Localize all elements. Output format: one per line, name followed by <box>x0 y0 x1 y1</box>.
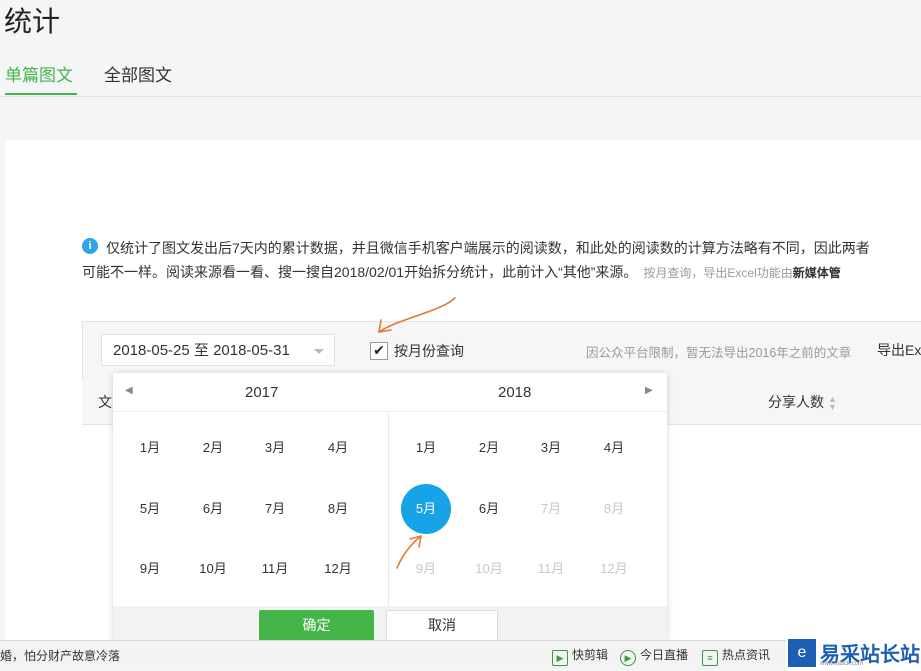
date-range-value: 2018-05-25 至 2018-05-31 <box>113 342 290 359</box>
chevron-down-icon <box>314 349 324 354</box>
date-range-select[interactable]: 2018-05-25 至 2018-05-31 <box>101 334 335 366</box>
news-icon: ≡ <box>702 650 718 666</box>
month-2018-1[interactable]: 1月 <box>401 423 451 473</box>
info-icon: i <box>82 238 98 254</box>
taskbar: 婚，怕分财产故意冷落 ▶ 快剪辑 ▶ 今日直播 ≡ 热点资讯 e 易采站长站 www.… <box>0 637 921 671</box>
month-picker-header: ◀ 2017 2018 ▶ <box>113 373 667 412</box>
month-2017-3[interactable]: 3月 <box>250 423 300 473</box>
month-2018-12: 12月 <box>600 561 628 576</box>
notice-line-1: 仅统计了图文发出后7天内的累计数据，并且微信手机客户端展示的阅读数，和此处的阅读… <box>106 240 870 256</box>
prev-year-icon[interactable]: ◀ <box>125 385 133 396</box>
left-year: 2017 <box>245 384 279 401</box>
month-2017-12[interactable]: 12月 <box>313 544 363 594</box>
sort-icon[interactable]: ▲ ▼ <box>828 395 837 412</box>
panel-divider <box>388 411 389 606</box>
month-2018-4[interactable]: 4月 <box>589 423 639 473</box>
brand-url: www.easck.com <box>820 661 864 667</box>
taskbar-item-quick-edit[interactable]: ▶ 快剪辑 <box>552 646 608 666</box>
notice-line-2-text: 可能不一样。阅读来源看一看、搜一搜自2018/02/01开始拆分统计，此前计入“… <box>82 264 638 280</box>
month-2018-3[interactable]: 3月 <box>526 423 576 473</box>
month-2018-9: 9月 <box>415 561 437 576</box>
column-header-share-users[interactable]: 分享人数 ▲ ▼ <box>768 392 837 412</box>
month-picker: ◀ 2017 2018 ▶ 1月 2月 3月 4月 5月 6月 7月 8月 9月 10月 11月 12… <box>113 373 667 641</box>
page-title: 统计 <box>4 6 61 37</box>
brand-watermark: e 易采站长站 www.easck.com <box>786 637 921 671</box>
month-2017-1[interactable]: 1月 <box>125 423 175 473</box>
cancel-button[interactable]: 取消 <box>386 610 498 641</box>
month-2018-2[interactable]: 2月 <box>464 423 514 473</box>
news-ticker[interactable]: 婚，怕分财产故意冷落 <box>0 647 120 664</box>
toolbar: 2018-05-25 至 2018-05-31 ✔ 按月份查询 因公众平台限制，… <box>82 321 921 381</box>
brand-logo-icon: e <box>788 639 816 667</box>
month-2017-11[interactable]: 11月 <box>250 544 300 594</box>
notice-hint: 按月查询，导出Excel功能由新媒体管 <box>643 266 840 280</box>
month-2017-9[interactable]: 9月 <box>125 544 175 594</box>
notice-line-2: 可能不一样。阅读来源看一看、搜一搜自2018/02/01开始拆分统计，此前计入“… <box>82 260 841 285</box>
tab-bar: 单篇图文 全部图文 <box>0 58 921 97</box>
export-limit-note: 因公众平台限制，暂无法导出2016年之前的文章 <box>586 346 852 360</box>
taskbar-item-news[interactable]: ≡ 热点资讯 <box>702 646 770 666</box>
month-2017-5[interactable]: 5月 <box>125 484 175 534</box>
taskbar-item-label: 今日直播 <box>640 648 689 662</box>
month-picker-footer: 确定 取消 <box>113 606 667 641</box>
tab-all-articles[interactable]: 全部图文 <box>104 61 172 86</box>
right-year: 2018 <box>498 384 532 401</box>
month-2017-8[interactable]: 8月 <box>313 484 363 534</box>
active-tab-indicator <box>5 93 77 95</box>
monthly-query-label[interactable]: 按月份查询 <box>394 341 464 361</box>
month-2017-10[interactable]: 10月 <box>188 544 238 594</box>
export-excel-button[interactable]: 导出Ex <box>877 340 921 360</box>
scissors-icon: ▶ <box>552 650 568 666</box>
next-year-icon[interactable]: ▶ <box>645 385 653 396</box>
month-2018-11: 11月 <box>537 561 565 576</box>
month-2017-6[interactable]: 6月 <box>188 484 238 534</box>
month-2018-5-selected[interactable]: 5月 <box>401 484 451 534</box>
column-header-article: 文 <box>98 394 112 410</box>
tab-single-article[interactable]: 单篇图文 <box>5 61 73 86</box>
month-2018-8: 8月 <box>603 501 625 516</box>
month-2017-4[interactable]: 4月 <box>313 423 363 473</box>
confirm-button[interactable]: 确定 <box>259 610 374 641</box>
column-header-share-label: 分享人数 <box>768 394 824 410</box>
month-2018-7: 7月 <box>540 501 562 516</box>
taskbar-item-label: 快剪辑 <box>572 648 609 662</box>
taskbar-item-live[interactable]: ▶ 今日直播 <box>620 646 688 666</box>
notice-hint-text: 按月查询，导出Excel功能由 <box>643 266 793 280</box>
monthly-query-checkbox[interactable]: ✔ <box>370 342 388 360</box>
month-2017-2[interactable]: 2月 <box>188 423 238 473</box>
taskbar-item-label: 热点资讯 <box>722 648 771 662</box>
month-2017-7[interactable]: 7月 <box>250 484 300 534</box>
month-2018-6[interactable]: 6月 <box>464 484 514 534</box>
play-icon: ▶ <box>620 650 636 666</box>
month-2018-10: 10月 <box>475 561 503 576</box>
notice-hint-brand: 新媒体管 <box>792 266 841 280</box>
